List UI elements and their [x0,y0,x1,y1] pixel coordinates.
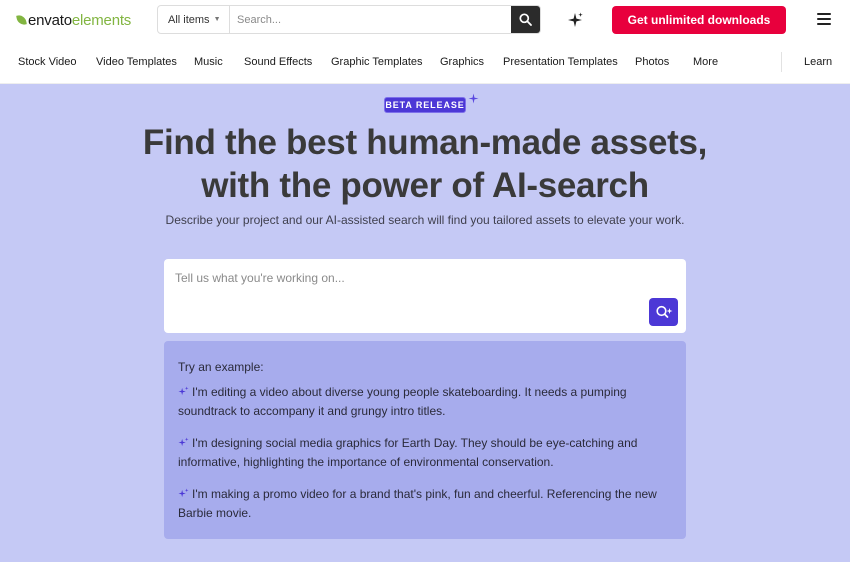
envato-elements-logo[interactable]: envato elements [16,11,132,29]
project-description-input[interactable]: Tell us what you're working on... [164,259,686,333]
ai-search-icon [655,305,672,318]
chevron-down-icon: ▼ [213,16,221,23]
page-subtitle: Describe your project and our AI-assiste… [165,213,685,227]
search-input[interactable] [230,6,511,33]
sparkle-icon [178,386,189,396]
sparkle-icon [178,488,189,498]
beta-release-badge: BETA RELEASE [384,97,466,113]
nav-item-video-templates[interactable]: Video Templates [96,56,177,68]
nav-divider [781,52,782,72]
example-prompt-text: I'm designing social media graphics for … [178,436,638,469]
page-title: Find the best human-made assets, with th… [0,121,850,207]
page-title-line-2: with the power of AI-search [201,166,649,205]
nav-item-presentation-templates[interactable]: Presentation Templates [503,56,618,68]
get-unlimited-downloads-button[interactable]: Get unlimited downloads [612,6,786,34]
example-prompt-text: I'm making a promo video for a brand tha… [178,487,657,520]
nav-item-graphic-templates[interactable]: Graphic Templates [331,56,423,68]
page-title-line-1: Find the best human-made assets, [142,123,708,162]
category-nav: Stock Video Video Templates Music Sound … [0,40,850,84]
sparkle-icon [568,12,583,27]
ai-search-hero: BETA RELEASE Find the best human-made as… [0,84,850,562]
nav-item-learn[interactable]: Learn [804,56,832,68]
search-category-label: All items [168,13,210,26]
search-icon [519,13,532,26]
example-prompt[interactable]: I'm designing social media graphics for … [178,434,674,471]
example-prompt[interactable]: I'm making a promo video for a brand tha… [178,485,674,522]
example-prompt-text: I'm editing a video about diverse young … [178,385,627,418]
nav-item-sound-effects[interactable]: Sound Effects [244,56,312,68]
nav-item-music[interactable]: Music [194,56,223,68]
logo-word-envato: envato [28,11,72,29]
top-header: envato elements All items ▼ Get unlimite… [0,0,850,40]
nav-item-graphics[interactable]: Graphics [440,56,484,68]
ai-search-submit-button[interactable] [649,298,678,326]
example-prompts-panel: Try an example: I'm editing a video abou… [164,341,686,539]
leaf-icon [16,14,27,26]
nav-item-more[interactable]: More [693,56,718,68]
logo-word-elements: elements [71,11,132,29]
sparkle-icon [178,437,189,447]
example-prompt[interactable]: I'm editing a video about diverse young … [178,383,674,420]
project-description-placeholder: Tell us what you're working on... [175,271,345,285]
hamburger-menu-icon[interactable] [817,13,831,25]
search-button[interactable] [511,6,540,33]
search-category-dropdown[interactable]: All items ▼ [158,6,230,33]
nav-item-photos[interactable]: Photos [635,56,669,68]
nav-item-stock-video[interactable]: Stock Video [18,56,77,68]
search-bar: All items ▼ [157,5,541,34]
examples-intro: Try an example: [178,360,264,374]
ai-search-toggle-button[interactable] [566,11,584,29]
sparkle-icon [468,93,479,104]
